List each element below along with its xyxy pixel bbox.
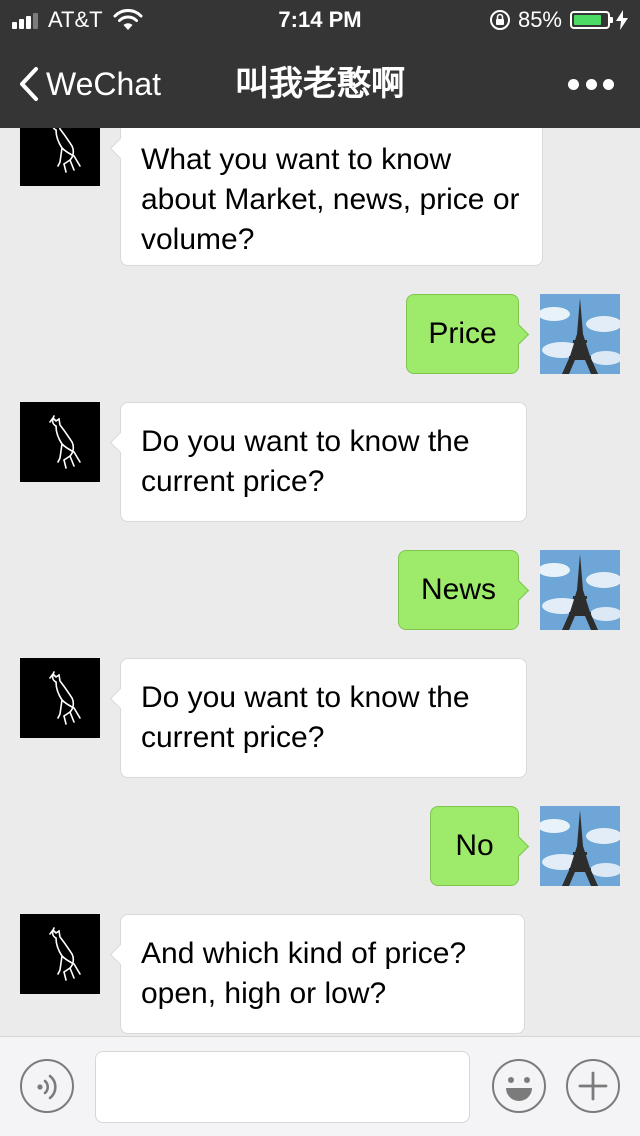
back-label: WeChat <box>46 65 162 102</box>
status-right: 85% <box>488 6 628 34</box>
message-bubble-outgoing[interactable]: Price <box>406 294 530 374</box>
bubble-tail <box>109 687 132 710</box>
message-bubble-incoming[interactable]: Do you want to know the current price? <box>109 658 527 778</box>
plus-icon <box>578 1071 608 1101</box>
bubble-tail <box>109 943 132 966</box>
message-bubble-incoming[interactable]: Do you want to know the current price? <box>109 402 527 522</box>
message-bubble-incoming[interactable]: And which kind of price? open, high or l… <box>109 914 525 1034</box>
bubble-tail <box>109 431 132 454</box>
battery-percent: 85% <box>517 7 562 32</box>
message-bubble-incoming[interactable]: What you want to know about Market, news… <box>109 128 543 266</box>
message-input[interactable] <box>95 1051 470 1123</box>
eiffel-tower-icon <box>540 806 620 886</box>
more-dots-icon <box>568 78 579 90</box>
cat-icon <box>49 671 81 725</box>
message-text: Do you want to know the current price? <box>141 425 470 498</box>
message-list[interactable]: What you want to know about Market, news… <box>0 128 640 1036</box>
message-text: And which kind of price? open, high or l… <box>141 937 467 1010</box>
charging-icon <box>616 10 628 30</box>
message-text: What you want to know about Market, news… <box>141 143 520 256</box>
battery-icon <box>570 11 613 29</box>
message-text: Do you want to know the current price? <box>141 681 470 754</box>
back-button[interactable]: WeChat <box>18 60 161 108</box>
user-avatar[interactable] <box>540 806 620 886</box>
voice-icon <box>37 1074 57 1100</box>
message-text: News <box>420 573 496 606</box>
bubble-tail <box>507 835 530 858</box>
voice-button[interactable] <box>20 1059 74 1113</box>
bot-avatar[interactable] <box>20 128 100 186</box>
bubble-tail <box>507 579 530 602</box>
bot-avatar[interactable] <box>20 658 100 738</box>
input-bar <box>0 1036 640 1136</box>
header: AT&T 7:14 PM 85% WeChat 叫我老憨啊 <box>0 0 640 128</box>
more-dot <box>585 78 597 90</box>
bot-avatar[interactable] <box>20 402 100 482</box>
eiffel-tower-icon <box>540 550 620 630</box>
plus-button[interactable] <box>566 1059 620 1113</box>
nav-bar: WeChat 叫我老憨啊 <box>0 40 640 128</box>
chevron-left-icon <box>20 67 38 101</box>
status-bar: AT&T 7:14 PM 85% <box>0 0 640 40</box>
more-dot <box>603 78 614 90</box>
user-avatar[interactable] <box>540 550 620 630</box>
cat-icon <box>49 927 81 981</box>
message-text: Price <box>428 317 497 350</box>
message-bubble-outgoing[interactable]: No <box>430 806 530 886</box>
message-text: No <box>455 829 494 862</box>
more-button[interactable] <box>568 72 614 96</box>
user-avatar[interactable] <box>540 294 620 374</box>
chat-title: 叫我老憨啊 <box>235 65 405 103</box>
orientation-lock-icon <box>489 10 510 30</box>
battery-nub <box>610 17 613 23</box>
emoji-icon <box>506 1077 532 1101</box>
emoji-button[interactable] <box>492 1059 546 1113</box>
bubble-tail <box>507 323 530 346</box>
cat-icon <box>49 415 81 469</box>
bot-avatar[interactable] <box>20 914 100 994</box>
message-bubble-outgoing[interactable]: News <box>398 550 530 630</box>
battery-fill <box>574 15 601 25</box>
bubble-tail <box>109 137 132 160</box>
eiffel-tower-icon <box>540 294 620 374</box>
cat-icon <box>52 128 81 173</box>
